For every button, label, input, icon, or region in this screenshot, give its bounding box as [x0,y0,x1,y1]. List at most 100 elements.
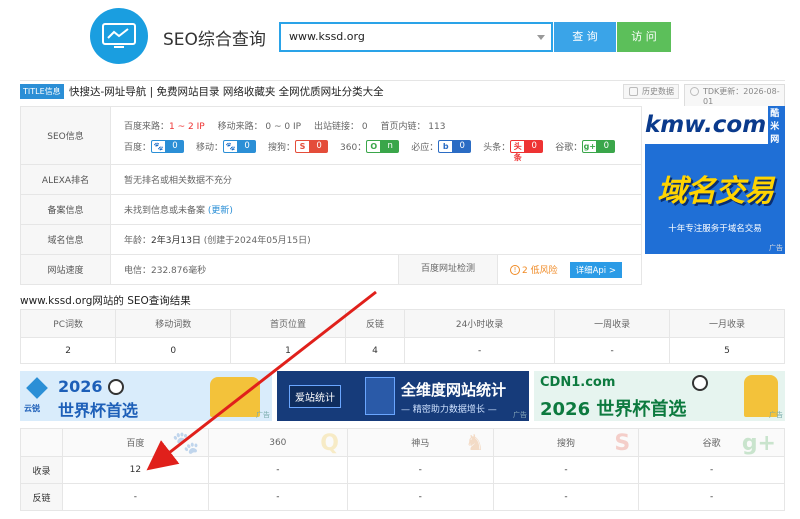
weight-name: 移动： [196,142,224,153]
weight-value: 0 [597,139,616,153]
ad-headline: 域名交易 [657,174,774,209]
engine-value-cell[interactable]: - [207,483,348,511]
engine-watermark-icon: g+ [741,431,776,456]
mobile-source: 移动来路： 0 ~ 0 IP [217,121,302,132]
weight-item[interactable]: 头条： 头条 0 [483,139,544,162]
domain-created: (创建于2024年05月15日) [203,236,311,246]
weight-item[interactable]: 360： On [340,139,400,153]
engine-value-cell[interactable]: - [492,456,640,484]
banner-aizhan-stats[interactable]: 爱站统计 全维度网站统计 — 精密助力数据增长 — 广告 [277,371,529,421]
tdk-update-button[interactable]: TDK更新：2026-08-01 [684,84,785,108]
banner2-tag: 广告 [513,411,527,419]
dropdown-arrow-icon[interactable] [537,35,545,40]
chart-monitor-icon [102,23,136,48]
engine-value-cell[interactable]: 12 [62,456,209,484]
paw-icon: 🐾 [223,139,239,153]
history-data-button[interactable]: 历史数据 [623,84,679,99]
weight-value: 0 [310,139,329,153]
title-info-row: TITLE信息 快搜达-网址导航 | 免费网站目录 网络收藏夹 全网优质网址分类… [20,80,785,108]
result-values-row: 2014--5 [19,337,785,364]
engine-header-cell: 谷歌 g+ [638,428,785,457]
visit-button[interactable]: 访 问 [617,22,671,52]
engine-watermark-icon: S [614,431,631,456]
engine-value-cell[interactable]: - [62,483,209,511]
engine-row-label: 反链 [20,483,63,511]
weight-item[interactable]: 必应： b 0 [411,139,472,153]
weight-name: 搜狗： [268,142,296,153]
title-badge: TITLE信息 [20,84,64,99]
domain-age: 2年3月13日 [151,236,201,246]
history-icon [629,87,638,96]
engine-header-cell: 百度 🐾 [62,428,209,457]
result-header-cell: 24小时收录 [403,309,556,338]
engine-name: 360 [269,437,287,448]
weight-name: 360： [340,142,367,153]
search-input[interactable]: www.kssd.org [279,22,553,52]
engine-watermark-icon: ♞ [464,431,485,456]
outbound-links: 出站链接： 0 [313,121,368,132]
ad-brand-cn: 酷米网 [768,106,785,146]
weight-name: 必应： [411,142,439,153]
domain-trade-ad[interactable]: kmw.com 酷米网 域名交易 十年专注服务于域名交易 广告 [645,106,785,254]
page-title: SEO综合查询 [163,30,266,50]
trophy-icon [210,377,260,417]
logo-icon[interactable] [90,8,148,64]
banner3-line1: 2026 世界杯首选 [540,399,687,420]
weight-name: 头条： [483,142,511,153]
detail-api-button[interactable]: 详细Api > [569,261,622,278]
result-header-row: PC词数 移动词数 首页位置 反链 24小时收录 一周收录 一月收录 [19,309,785,338]
engine-value-cell[interactable]: - [492,483,640,511]
engine-name: 百度 [126,439,145,449]
result-value-cell[interactable]: 0 [115,337,232,364]
paw-icon: 🐾 [151,139,167,153]
weight-item[interactable]: 搜狗： S 0 [268,139,329,153]
toutiao-icon: 头条 [510,139,526,162]
result-value-cell[interactable]: - [403,337,556,364]
result-value-cell[interactable]: - [554,337,671,364]
engine-value-cell[interactable]: - [346,456,494,484]
result-header-cell: 反链 [344,309,405,338]
engine-value-cell[interactable]: - [638,456,785,484]
banner2-line1: 全维度网站统计 [401,381,507,399]
weight-value: n [381,139,400,153]
sogou-icon: S [295,139,311,153]
result-value-cell[interactable]: 4 [344,337,405,364]
result-value-cell[interactable]: 2 [19,337,117,364]
banner-worldcup-yunrui[interactable]: 云锐 2026 世界杯首选 广告 [20,371,272,421]
baidu-source-value: 1 ~ 2 IP [169,121,205,132]
engine-row-label: 收录 [20,456,63,484]
weight-item[interactable]: 谷歌： g+ 0 [555,139,616,153]
seo-info-table: SEO信息 百度来路：1 ~ 2 IP 移动来路： 0 ~ 0 IP 出站链接：… [20,106,642,285]
home-inlinks: 首页内链： 113 [380,121,446,132]
banner-cdn1-worldcup[interactable]: CDN1.com 2026 世界杯首选 广告 [534,371,785,421]
banner1-tag: 广告 [256,411,270,419]
engine-value-cell[interactable]: - [346,483,494,511]
server-icon [365,377,395,415]
weight-value: 0 [453,139,472,153]
beian-label: 备案信息 [20,194,111,225]
weight-item[interactable]: 移动： 🐾 0 [196,139,257,153]
banner2-line2: — 精密助力数据增长 — [401,405,497,415]
search-input-value: www.kssd.org [289,30,365,43]
query-button[interactable]: 查 询 [554,22,616,52]
engine-value-cell[interactable]: - [638,483,785,511]
ad-subtitle: 十年专注服务于域名交易 [668,224,762,234]
result-value-cell[interactable]: 1 [230,337,346,364]
engine-value-cell[interactable]: - [207,456,348,484]
weight-value: 0 [166,139,185,153]
beian-text: 未找到信息或未备案 [124,206,206,216]
baidu-detect-label: 百度网址检测 [398,255,498,284]
engine-index-table: 百度 🐾 360 Q 神马 ♞ 搜狗 S 谷歌 g+ 收录 12- - - - 反链 - - - - - [20,428,785,511]
360-icon: O [366,139,382,153]
history-label: 历史数据 [642,87,674,96]
weight-item[interactable]: 百度： 🐾 0 [124,139,185,153]
weight-name: 百度： [124,142,152,153]
engine-watermark-icon: Q [320,431,339,456]
seo-info-value: 百度来路：1 ~ 2 IP 移动来路： 0 ~ 0 IP 出站链接： 0 首页内… [110,106,642,165]
cube-icon [26,377,48,399]
engine-watermark-icon: 🐾 [172,431,200,456]
banner3-tag: 广告 [769,411,783,419]
result-value-cell[interactable]: 5 [669,337,785,364]
result-header-cell: 首页位置 [230,309,346,338]
beian-update-link[interactable]: (更新) [208,206,233,216]
